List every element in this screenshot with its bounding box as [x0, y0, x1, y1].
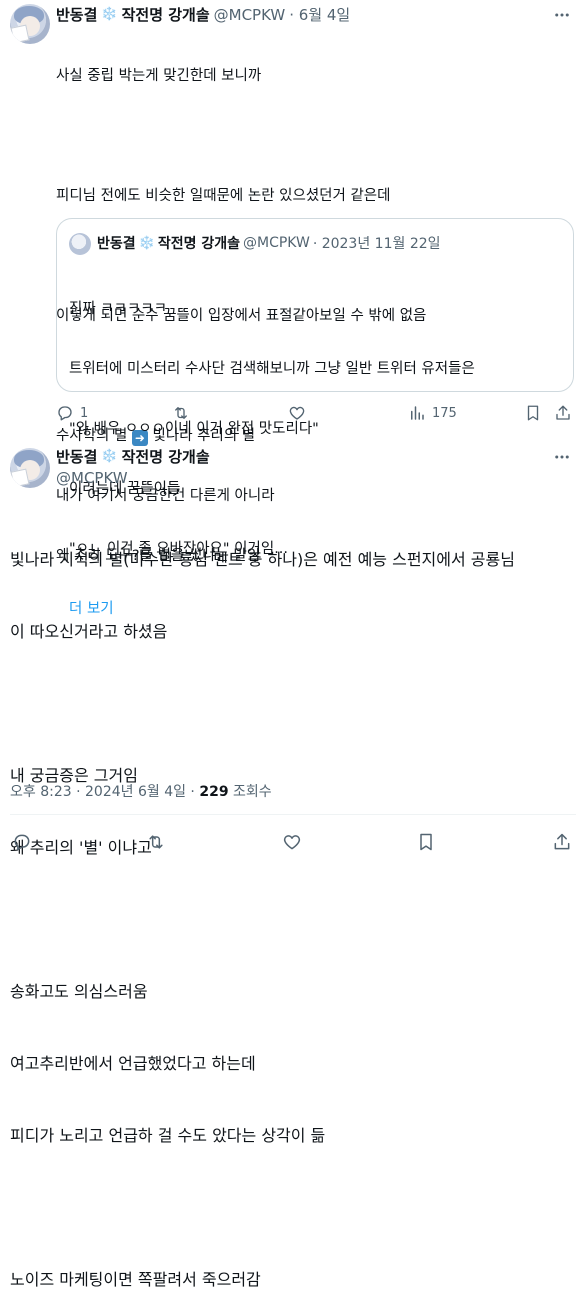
bookmark-button[interactable]: [524, 404, 542, 422]
tweet-line: 빛나라 지식의 별(미수반 룡님 멘트 중 하나)은 예전 예능 스펀지에서 공…: [10, 550, 515, 569]
tweet-line: 송화고도 의심스러움: [10, 982, 148, 1001]
views-button[interactable]: 175: [408, 404, 457, 422]
views-label: 조회수: [233, 784, 272, 800]
tweet-line: 사실 중립 박는게 맞긴한데 보니까: [56, 68, 262, 84]
retweet-icon: [172, 404, 190, 422]
share-icon: [552, 832, 572, 852]
snowflake-icon: ❄️: [101, 7, 118, 22]
snowflake-icon: ❄️: [138, 235, 155, 251]
quote-date: · 2023년 11월 22일: [312, 236, 441, 252]
bookmark-icon: [416, 832, 436, 852]
views-icon: [408, 404, 426, 422]
display-name[interactable]: 반동결: [56, 4, 97, 25]
tweet-time[interactable]: · 6월 4일: [289, 4, 350, 25]
bookmark-icon: [524, 404, 542, 422]
avatar[interactable]: [10, 448, 50, 488]
tweet2-header: 반동결 ❄️ 작전명 강개솔 @MCPKW: [56, 446, 210, 487]
reply-icon: [12, 832, 32, 852]
tweet-timestamp[interactable]: 오후 8:23 · 2024년 6월 4일 ·: [10, 784, 195, 800]
tweet2-action-bar: [10, 832, 576, 854]
share-button[interactable]: [554, 404, 572, 422]
like-icon: [282, 832, 302, 852]
quote-user-handle: @MCPKW: [242, 235, 310, 251]
like-button[interactable]: [288, 404, 306, 422]
retweet-button[interactable]: [146, 832, 166, 852]
like-button[interactable]: [282, 832, 302, 852]
quote-header: 반동결 ❄️ 작전명 강개솔 @MCPKW · 2023년 11월 22일: [97, 233, 441, 253]
share-icon: [554, 404, 572, 422]
like-icon: [288, 404, 306, 422]
tweet2-body: 빛나라 지식의 별(미수반 룡님 멘트 중 하나)은 예전 예능 스펀지에서 공…: [10, 500, 576, 1316]
avatar[interactable]: [10, 4, 50, 44]
snowflake-icon: ❄️: [101, 449, 118, 464]
divider: [10, 814, 576, 815]
display-name-suffix[interactable]: 작전명 강개솔: [122, 4, 210, 25]
quote-display-name-suffix: 작전명 강개솔: [157, 236, 240, 252]
views-count: 175: [432, 405, 457, 421]
tweet-line: 노이즈 마케팅이면 쪽팔려서 죽으러감: [10, 1270, 261, 1289]
more-icon[interactable]: [553, 6, 571, 24]
tweet2-meta: 오후 8:23 · 2024년 6월 4일 · 229 조회수: [10, 781, 272, 801]
user-handle[interactable]: @MCPKW: [56, 469, 210, 487]
retweet-button[interactable]: [172, 404, 190, 422]
quote-line: 진짜 ㅋㅋㅋㅋㅋ: [69, 301, 167, 317]
reply-count: 1: [80, 405, 89, 421]
quote-tweet-card[interactable]: 반동결 ❄️ 작전명 강개솔 @MCPKW · 2023년 11월 22일 진짜…: [56, 218, 574, 617]
quote-display-name: 반동결: [97, 236, 136, 252]
display-name[interactable]: 반동결: [56, 446, 97, 467]
display-name-suffix[interactable]: 작전명 강개솔: [122, 446, 210, 467]
tweet1-header: 반동결 ❄️ 작전명 강개솔 @MCPKW · 6월 4일: [56, 4, 350, 25]
reply-icon: [56, 404, 74, 422]
quote-line: 트위터에 미스터리 수사단 검색해보니까 그냥 일반 트위터 유저들은: [69, 361, 475, 377]
user-handle[interactable]: @MCPKW: [214, 6, 286, 24]
tweet-line: 여고추리반에서 언급했었다고 하는데: [10, 1054, 256, 1073]
tweet-line: 이 따오신거라고 하셨음: [10, 622, 168, 641]
reply-button[interactable]: 1: [56, 404, 88, 422]
tweet-line: 피디님 전에도 비슷한 일때문에 논란 있으셨던거 같은데: [56, 188, 391, 204]
share-button[interactable]: [552, 832, 572, 852]
tweet-line: 피디가 노리고 언급하 걸 수도 았다는 상각이 듦: [10, 1126, 326, 1145]
views-count: 229: [199, 784, 229, 800]
bookmark-button[interactable]: [416, 832, 436, 852]
reply-button[interactable]: [12, 832, 32, 852]
retweet-icon: [146, 832, 166, 852]
quote-avatar: [69, 233, 91, 255]
tweet1-action-bar: 1 175: [56, 404, 576, 426]
more-icon[interactable]: [553, 448, 571, 466]
